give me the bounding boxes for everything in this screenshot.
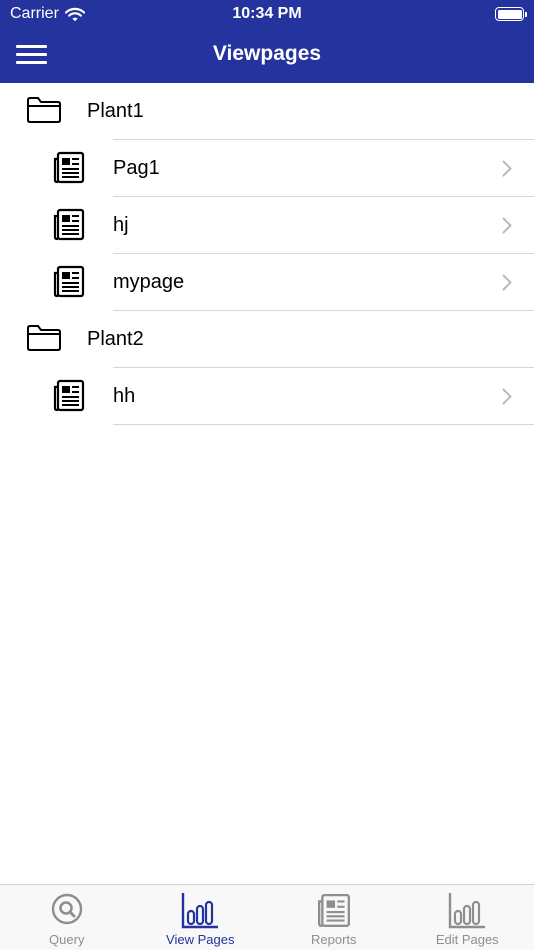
top-bar: Carrier 10:34 PM Viewpages [0,0,534,83]
battery-icon [495,7,527,21]
bar-chart-icon [182,893,219,929]
group-label: Plant1 [87,100,144,122]
page-label: hh [113,385,136,407]
status-bar: Carrier 10:34 PM [0,0,534,28]
tab-label: Reports [310,932,357,947]
newspaper-icon [53,379,85,412]
page-label: mypage [113,271,185,293]
chevron-right-icon [502,217,512,234]
folder-icon [27,97,61,123]
tab-edit-pages[interactable]: Edit Pages [401,885,534,950]
page-label: Pag1 [113,157,160,179]
report-document-icon [317,893,350,927]
page-row[interactable]: Pag1 [0,140,534,197]
folder-icon [27,325,61,351]
bar-chart-icon [449,893,486,929]
tab-label: Edit Pages [435,932,499,947]
tab-view-pages[interactable]: View Pages [134,885,268,950]
newspaper-icon [53,151,85,184]
tab-label: View Pages [166,932,235,947]
group-header: Plant2 [0,311,534,368]
newspaper-icon [53,265,85,298]
page-label: hj [113,214,129,236]
divider [113,424,534,425]
navigation-bar: Viewpages [0,28,534,83]
chevron-right-icon [502,388,512,405]
chevron-right-icon [502,160,512,177]
tab-query[interactable]: Query [0,885,134,950]
newspaper-icon [53,208,85,241]
search-circle-icon [51,893,82,925]
tab-reports[interactable]: Reports [267,885,401,950]
group-header: Plant1 [0,83,534,140]
tab-bar: Query View Pages Reports Edit Pages [0,884,534,950]
tab-label: Query [49,932,85,947]
clock: 10:34 PM [232,5,302,22]
page-row[interactable]: hj [0,197,534,254]
chevron-right-icon [502,274,512,291]
viewpages-list: Plant1 Pag1 hj mypage Plant2 hh [0,83,534,425]
page-row[interactable]: hh [0,368,534,425]
group-label: Plant2 [87,328,144,350]
page-title: Viewpages [212,42,322,65]
page-row[interactable]: mypage [0,254,534,311]
